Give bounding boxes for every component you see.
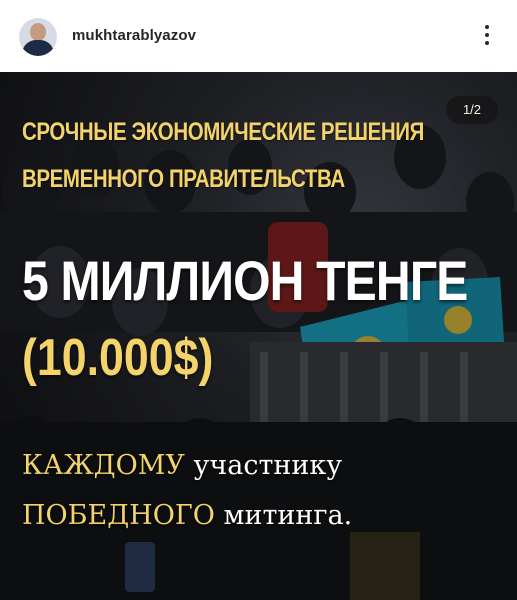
body-line-2: ПОБЕДНОГО митинга. bbox=[22, 500, 352, 531]
avatar-suit bbox=[22, 40, 54, 56]
carousel-counter: 1/2 bbox=[446, 96, 498, 124]
avatar[interactable] bbox=[19, 18, 57, 56]
headline-line-2: ВРЕМЕННОГО ПРАВИТЕЛЬСТВА bbox=[22, 165, 345, 193]
body-line-1: КАЖДОМУ участнику bbox=[22, 450, 342, 481]
body-line-1-accent: КАЖДОМУ bbox=[22, 450, 185, 481]
body-line-1-rest: участнику bbox=[184, 450, 343, 481]
post-image[interactable]: 1/2 СРОЧНЫЕ ЭКОНОМИЧЕСКИЕ РЕШЕНИЯ ВРЕМЕН… bbox=[0, 72, 517, 600]
avatar-head bbox=[30, 23, 46, 41]
body-line-2-rest: митинга. bbox=[214, 500, 353, 531]
more-options-icon[interactable] bbox=[476, 25, 498, 49]
amount-usd-text: (10.000$) bbox=[22, 329, 214, 387]
username-link[interactable]: mukhtarablyazov bbox=[72, 27, 196, 44]
body-line-2-accent: ПОБЕДНОГО bbox=[22, 500, 215, 531]
amount-text: 5 МИЛЛИОН ТЕНГЕ bbox=[22, 249, 468, 312]
post-header: mukhtarablyazov bbox=[0, 0, 517, 72]
headline-line-1: СРОЧНЫЕ ЭКОНОМИЧЕСКИЕ РЕШЕНИЯ bbox=[22, 118, 424, 146]
